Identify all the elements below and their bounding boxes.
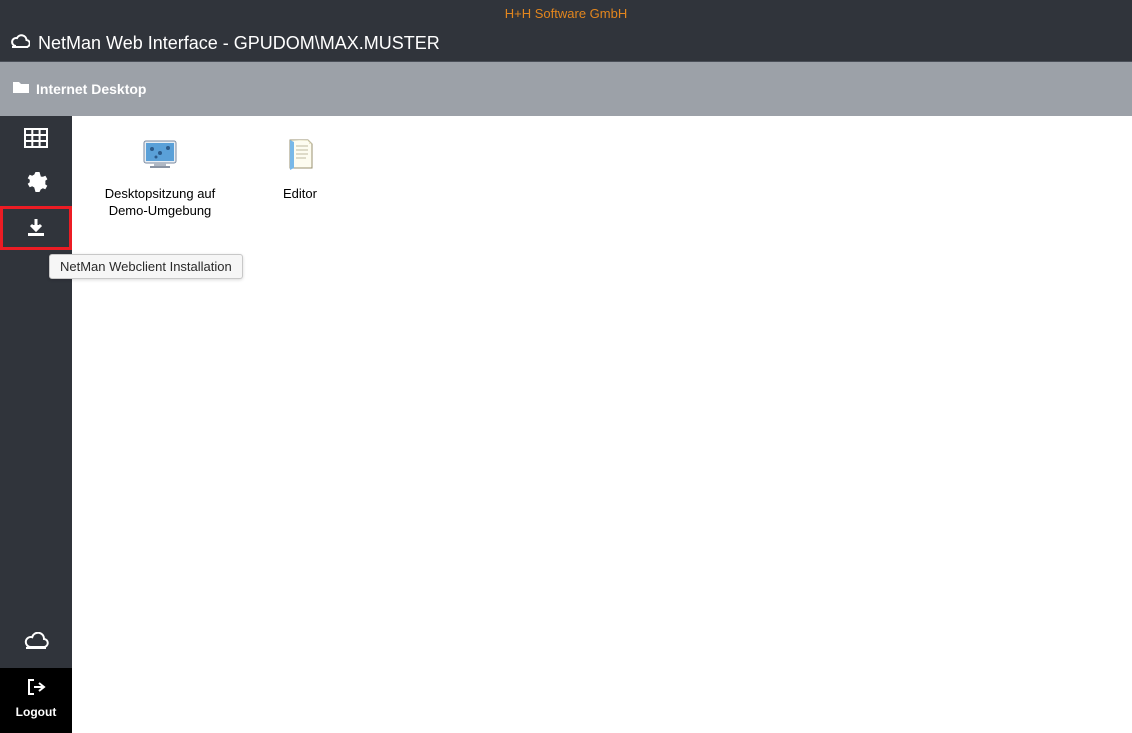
sidebar: Logout: [0, 116, 72, 733]
folder-icon: [12, 80, 30, 99]
sidebar-item-download[interactable]: [0, 206, 72, 250]
logout-label: Logout: [16, 705, 57, 719]
page-title: NetMan Web Interface - GPUDOM\MAX.MUSTER: [38, 33, 440, 54]
title-bar: NetMan Web Interface - GPUDOM\MAX.MUSTER: [0, 26, 1132, 62]
cloud-icon: [23, 632, 49, 655]
sidebar-item-cloud[interactable]: [0, 618, 72, 668]
sidebar-item-settings[interactable]: [0, 160, 72, 204]
content-area: Desktopsitzung auf Demo-Umgebung Editor: [72, 116, 1132, 733]
gear-icon: [24, 170, 48, 194]
app-label: Desktopsitzung auf Demo-Umgebung: [90, 186, 230, 220]
breadcrumb-label[interactable]: Internet Desktop: [36, 81, 146, 97]
cloud-icon: [10, 34, 30, 53]
grid-icon: [24, 128, 48, 148]
breadcrumb-bar: Internet Desktop: [0, 62, 1132, 116]
desktop-session-icon: [140, 134, 180, 174]
tooltip-download: NetMan Webclient Installation: [49, 254, 243, 279]
logout-icon: [26, 678, 46, 701]
app-tile-desktop-session[interactable]: Desktopsitzung auf Demo-Umgebung: [90, 134, 230, 220]
app-label: Editor: [283, 186, 317, 203]
brand-banner: H+H Software GmbH: [0, 0, 1132, 26]
editor-icon: [280, 134, 320, 174]
download-icon: [25, 217, 47, 239]
app-tile-editor[interactable]: Editor: [230, 134, 370, 203]
brand-label: H+H Software GmbH: [505, 6, 627, 21]
sidebar-item-apps[interactable]: [0, 116, 72, 160]
logout-button[interactable]: Logout: [0, 668, 72, 733]
